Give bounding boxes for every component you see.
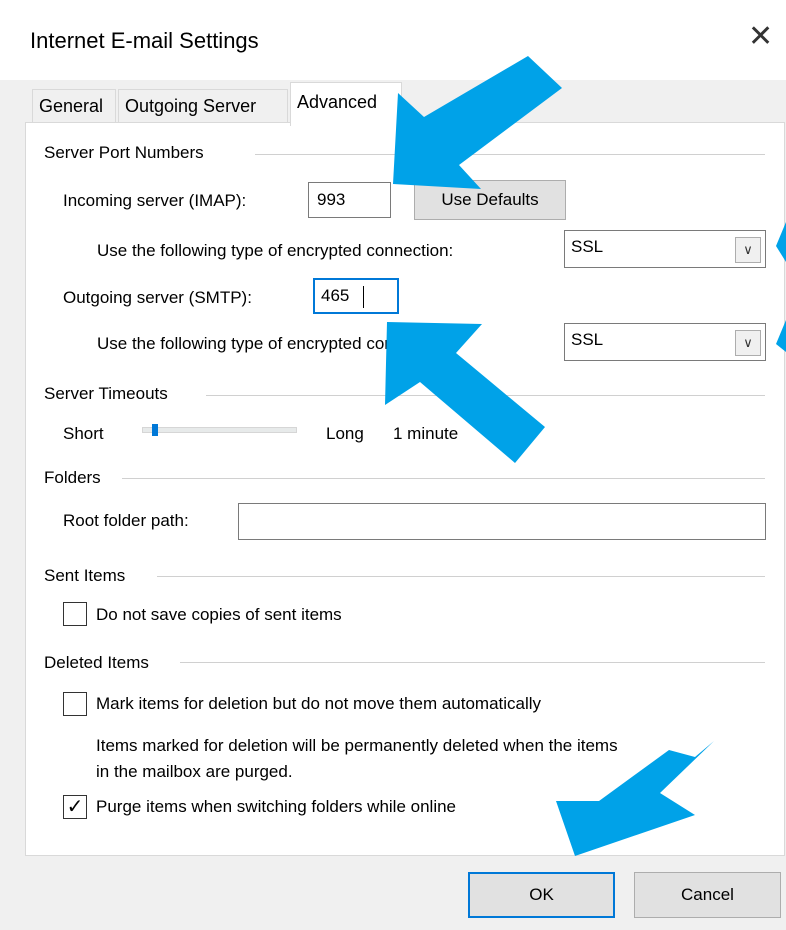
- no-save-copies-label: Do not save copies of sent items: [96, 605, 342, 624]
- tab-outgoing-server[interactable]: Outgoing Server: [118, 89, 288, 123]
- group-divider: [206, 395, 765, 396]
- group-divider: [122, 478, 765, 479]
- group-divider: [157, 576, 765, 577]
- tab-label: Outgoing Server: [125, 96, 257, 116]
- close-icon[interactable]: ✕: [748, 22, 773, 52]
- cancel-button[interactable]: Cancel: [634, 872, 781, 918]
- outgoing-port-field[interactable]: 465: [313, 278, 399, 314]
- tab-label: Advanced: [297, 92, 378, 112]
- group-divider: [255, 154, 765, 155]
- timeout-slider-thumb[interactable]: [152, 424, 158, 436]
- chevron-down-icon[interactable]: ∨: [735, 330, 761, 356]
- outgoing-port-value: 465: [321, 286, 350, 305]
- timeout-long-label: Long: [326, 424, 364, 443]
- dialog-title: Internet E-mail Settings: [30, 28, 259, 53]
- incoming-port-field[interactable]: 993: [308, 182, 391, 218]
- outgoing-encryption-value: SSL: [571, 330, 604, 349]
- timeout-value: 1 minute: [393, 424, 459, 443]
- incoming-encryption-value: SSL: [571, 237, 604, 256]
- mark-for-deletion-checkbox[interactable]: [63, 692, 87, 716]
- text-cursor: [363, 286, 364, 308]
- group-heading-deleted-items: Deleted Items: [44, 653, 157, 673]
- incoming-server-label: Incoming server (IMAP):: [63, 191, 247, 210]
- incoming-encryption-select[interactable]: SSL ∨: [564, 230, 766, 268]
- outgoing-encryption-select[interactable]: SSL ∨: [564, 323, 766, 361]
- group-heading-sent-items: Sent Items: [44, 566, 134, 586]
- root-folder-field[interactable]: [238, 503, 766, 540]
- group-heading-server-ports: Server Port Numbers: [44, 143, 212, 163]
- deletion-note-line1: Items marked for deletion will be perman…: [96, 736, 618, 755]
- checkmark-icon: ✓: [66, 796, 84, 818]
- group-heading-folders: Folders: [44, 468, 109, 488]
- tab-label: General: [39, 96, 104, 116]
- timeout-short-label: Short: [63, 424, 104, 443]
- title-bar: Internet E-mail Settings ✕: [0, 0, 786, 80]
- cancel-label: Cancel: [681, 885, 734, 904]
- deletion-note-line2: in the mailbox are purged.: [96, 762, 293, 781]
- tab-advanced[interactable]: Advanced: [290, 82, 402, 126]
- group-heading-server-timeouts: Server Timeouts: [44, 384, 176, 404]
- internet-email-settings-dialog: Internet E-mail Settings ✕ General Outgo…: [0, 0, 786, 930]
- outgoing-encryption-label: Use the following type of encrypted conn…: [97, 334, 454, 353]
- outgoing-server-label: Outgoing server (SMTP):: [63, 288, 252, 307]
- incoming-encryption-label: Use the following type of encrypted conn…: [97, 241, 454, 260]
- group-divider: [180, 662, 765, 663]
- incoming-port-value: 993: [317, 190, 346, 209]
- purge-items-label: Purge items when switching folders while…: [96, 797, 457, 816]
- use-defaults-button[interactable]: Use Defaults: [414, 180, 566, 220]
- ok-label: OK: [529, 885, 554, 904]
- chevron-down-icon[interactable]: ∨: [735, 237, 761, 263]
- no-save-copies-checkbox[interactable]: [63, 602, 87, 626]
- purge-items-checkbox[interactable]: ✓: [63, 795, 87, 819]
- root-folder-label: Root folder path:: [63, 511, 189, 530]
- mark-for-deletion-label: Mark items for deletion but do not move …: [96, 694, 542, 713]
- timeout-slider-track[interactable]: [142, 427, 297, 433]
- ok-button[interactable]: OK: [468, 872, 615, 918]
- tab-general[interactable]: General: [32, 89, 116, 123]
- use-defaults-label: Use Defaults: [441, 190, 539, 209]
